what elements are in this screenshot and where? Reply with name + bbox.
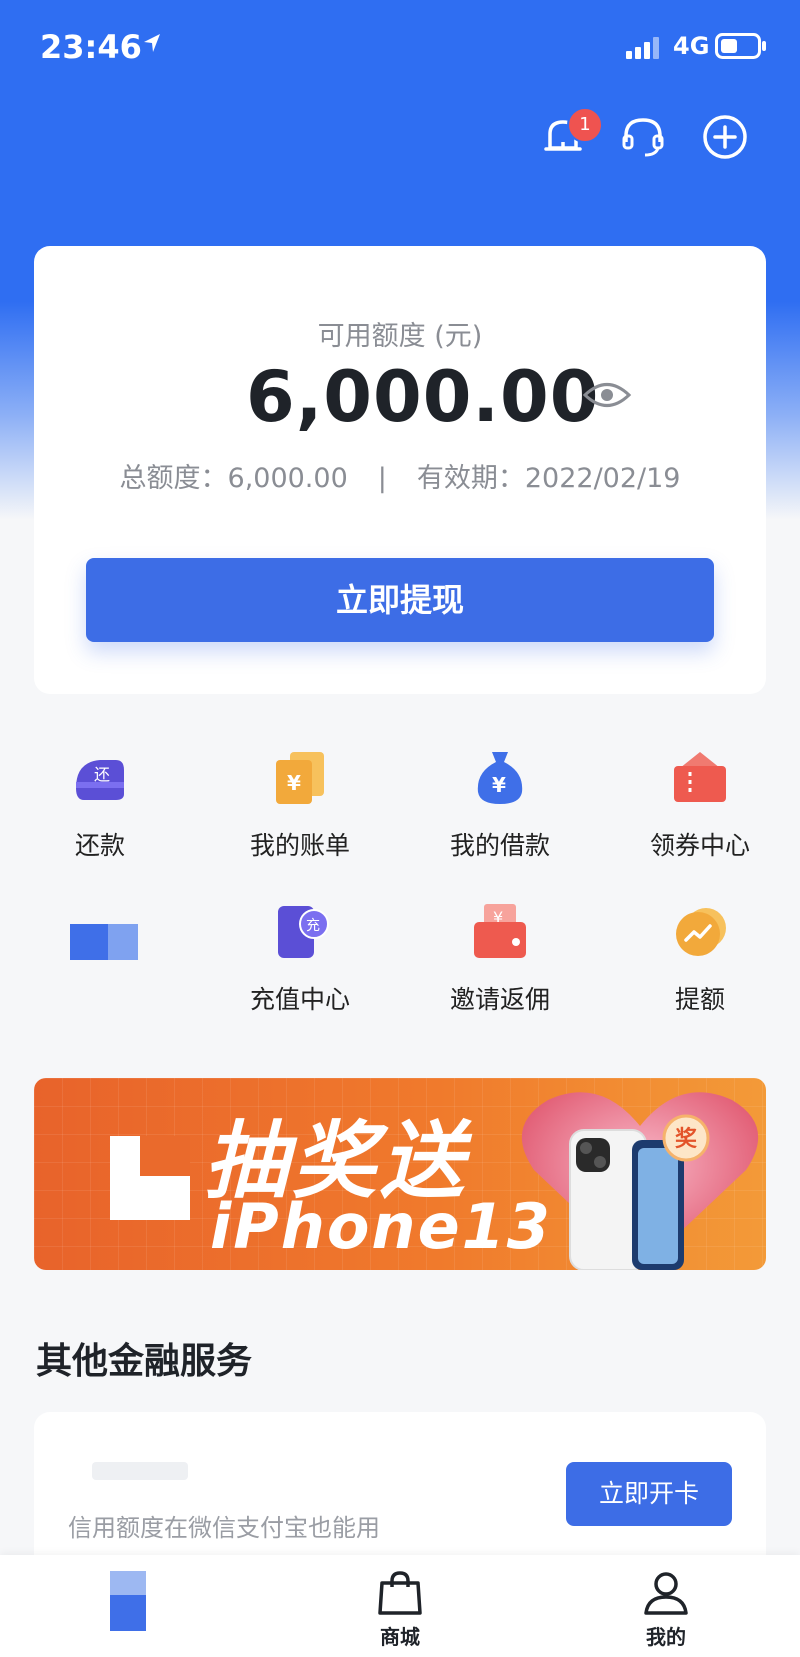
invite-icon: ¥ — [474, 904, 526, 958]
heart-phone-illustration: 奖 — [521, 1092, 759, 1270]
quick-action-label: 我的账单 — [249, 831, 350, 860]
quick-action-label: 领券中心 — [649, 831, 750, 860]
add-icon[interactable] — [700, 112, 750, 162]
repay-icon: 还 — [76, 760, 124, 800]
withdraw-button[interactable]: 立即提现 — [86, 558, 714, 642]
quick-action-coupon[interactable]: 领券中心 — [600, 748, 800, 862]
available-limit-label: 可用额度 (元) — [317, 321, 483, 352]
tab-label: 我的 — [646, 1625, 686, 1649]
quick-action-loan[interactable]: ¥ 我的借款 — [400, 748, 600, 862]
limit-meta: 总额度：6,000.00 | 有效期：2022/02/19 — [34, 456, 766, 495]
location-arrow-icon — [144, 34, 160, 52]
svg-text:¥: ¥ — [492, 773, 506, 797]
tab-label: 商城 — [380, 1625, 420, 1649]
banner-subtitle: iPhone13 — [210, 1190, 552, 1263]
prize-badge: 奖 — [675, 1126, 698, 1152]
home-tab-icon — [110, 1571, 146, 1631]
bill-icon: ¥ — [276, 752, 324, 804]
open-card-button[interactable]: 立即开卡 — [566, 1462, 732, 1526]
service-name-redacted — [92, 1462, 188, 1480]
money-bag-icon: ¥ — [477, 752, 523, 804]
validity-date: 有效期：2022/02/19 — [416, 463, 681, 494]
quick-action-label: 充值中心 — [249, 985, 350, 1014]
service-description: 信用额度在微信支付宝也能用 — [68, 1514, 380, 1542]
svg-text:充: 充 — [306, 918, 320, 934]
network-type: 4G — [673, 32, 710, 60]
raise-limit-icon — [676, 908, 726, 956]
quick-action-invite[interactable]: ¥ 邀请返佣 — [400, 902, 600, 1016]
clock: 23:46 — [40, 28, 142, 66]
quick-action-label: 提额 — [674, 985, 725, 1014]
tab-mine[interactable]: 我的 — [596, 1571, 736, 1650]
svg-text:还: 还 — [94, 765, 110, 784]
section-title: 其他金融服务 — [36, 1341, 253, 1382]
meta-separator: | — [377, 463, 387, 494]
battery-icon — [715, 33, 766, 59]
quick-action-repay[interactable]: 还 还款 — [0, 748, 200, 862]
svg-text:¥: ¥ — [287, 771, 301, 795]
redacted-icon — [70, 924, 146, 960]
credit-limit-card: 可用额度 (元) 6,000.00 总额度：6,000.00 | 有效期：2022/… — [34, 246, 766, 694]
quick-action-bill[interactable]: ¥ 我的账单 — [200, 748, 400, 862]
quick-action-redacted[interactable] — [0, 902, 200, 980]
total-limit: 总额度：6,000.00 — [119, 463, 348, 494]
tab-home[interactable] — [58, 1571, 198, 1641]
coupon-icon — [674, 752, 726, 802]
recharge-icon: 充 — [278, 906, 329, 958]
eye-icon[interactable] — [582, 378, 632, 412]
shopping-bag-icon — [378, 1571, 422, 1615]
quick-action-label: 还款 — [74, 831, 125, 860]
quick-action-label: 邀请返佣 — [449, 985, 550, 1014]
lottery-promo-banner[interactable]: 抽奖送 iPhone13 奖 — [34, 1078, 766, 1270]
available-amount: 6,000.00 — [246, 356, 600, 438]
tab-bar: 商城 我的 — [0, 1555, 800, 1657]
notification-badge: 1 — [567, 107, 603, 143]
quick-action-raise-limit[interactable]: 提额 — [600, 902, 800, 1016]
user-profile-icon — [644, 1572, 688, 1615]
customer-service-icon[interactable] — [618, 112, 668, 162]
signal-icon — [626, 37, 659, 59]
quick-action-recharge[interactable]: 充 充值中心 — [200, 902, 400, 1016]
quick-action-label: 我的借款 — [449, 831, 550, 860]
tab-mall[interactable]: 商城 — [330, 1571, 470, 1650]
status-bar: 23:46 4G — [0, 0, 800, 95]
